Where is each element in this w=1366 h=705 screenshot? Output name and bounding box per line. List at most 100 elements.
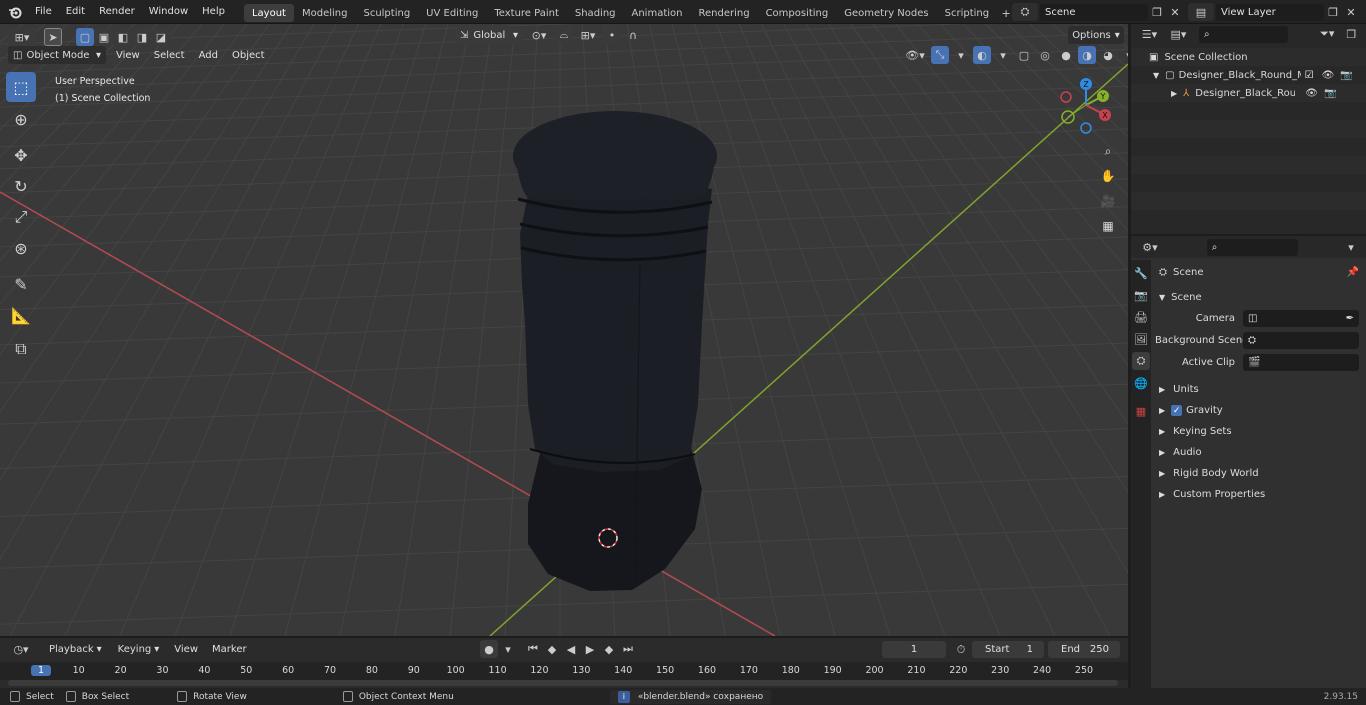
snap-icon[interactable]: ⌓ xyxy=(555,26,573,44)
proportional-falloff-icon[interactable]: ∩ xyxy=(624,26,642,44)
scene-icon[interactable]: ⛭ xyxy=(1012,3,1038,21)
outliner-row-collection[interactable]: ▼ ▢ Designer_Black_Round_Metal ☑ 👁 📷 xyxy=(1131,66,1366,84)
audio-section[interactable]: ▶ Audio xyxy=(1155,442,1363,463)
properties-editor-icon[interactable]: ⚙▾ xyxy=(1137,238,1163,256)
material-shading-icon[interactable]: ◑ xyxy=(1078,46,1096,64)
snap-target-icon[interactable]: ⊞▾ xyxy=(576,26,600,44)
navigation-gizmo[interactable]: Z Y X xyxy=(1055,76,1115,136)
render-camera-icon[interactable]: 📷 xyxy=(1340,70,1352,81)
viewport-menu-object[interactable]: Object xyxy=(228,46,269,64)
delete-scene-icon[interactable]: ✕ xyxy=(1166,3,1184,21)
start-frame-field[interactable]: Start 1 xyxy=(972,641,1044,658)
wireframe-shading-icon[interactable]: ◎ xyxy=(1036,46,1054,64)
rigid-body-world-section[interactable]: ▶ Rigid Body World xyxy=(1155,463,1363,484)
view-layer-icon[interactable]: ▤ xyxy=(1188,3,1214,21)
jump-start-icon[interactable]: ⏮ xyxy=(524,640,542,658)
record-icon[interactable]: ● xyxy=(480,640,498,658)
keying-dropdown[interactable]: Keying ▾ xyxy=(113,640,165,658)
select-tool-icon[interactable]: ➤ xyxy=(44,28,62,46)
gizmo-dropdown-icon[interactable]: ▾ xyxy=(952,46,970,64)
delete-view-layer-icon[interactable]: ✕ xyxy=(1342,3,1360,21)
menu-file[interactable]: File xyxy=(28,0,59,24)
scene-tab-icon[interactable]: ⛭ xyxy=(1132,352,1150,370)
overlay-toggle-icon[interactable]: ◐ xyxy=(973,46,991,64)
new-view-layer-icon[interactable]: ❐ xyxy=(1324,3,1342,21)
timeline-menu-marker[interactable]: Marker xyxy=(208,640,251,658)
new-scene-icon[interactable]: ❐ xyxy=(1148,3,1166,21)
overlay-dropdown-icon[interactable]: ▾ xyxy=(994,46,1012,64)
camera-view-icon[interactable]: 🎥 xyxy=(1097,190,1119,212)
tab-compositing[interactable]: Compositing xyxy=(758,4,837,22)
viewport-menu-select[interactable]: Select xyxy=(150,46,189,64)
viewport-menu-view[interactable]: View xyxy=(112,46,144,64)
timeline-scrollbar[interactable] xyxy=(8,680,1118,686)
cursor-tool-icon[interactable]: ⊕ xyxy=(6,104,36,134)
tab-animation[interactable]: Animation xyxy=(624,4,691,22)
texture-tab-icon[interactable]: ▦ xyxy=(1132,402,1150,420)
preview-range-icon[interactable]: ⏱ xyxy=(952,641,970,659)
background-scene-field[interactable]: ⛭ xyxy=(1243,332,1359,349)
options-dropdown[interactable]: Options ▾ xyxy=(1068,26,1124,44)
rendered-shading-icon[interactable]: ◕ xyxy=(1099,46,1117,64)
scale-tool-icon[interactable]: ⤢ xyxy=(6,202,36,232)
new-collection-icon[interactable]: ❐ xyxy=(1343,25,1360,43)
view-layer-tab-icon[interactable]: 🖼 xyxy=(1132,330,1150,348)
add-cube-tool-icon[interactable]: ⧉ xyxy=(6,334,36,364)
tab-geometry-nodes[interactable]: Geometry Nodes xyxy=(836,4,936,22)
eyedropper-icon[interactable]: ✒ xyxy=(1346,313,1354,324)
move-tool-icon[interactable]: ✥ xyxy=(6,140,36,170)
xray-icon[interactable]: ▢ xyxy=(1015,46,1033,64)
gizmo-toggle-icon[interactable]: ⤡ xyxy=(931,46,949,64)
playhead-frame-indicator[interactable]: 1 xyxy=(31,665,51,676)
pivot-point-icon[interactable]: ⊙▾ xyxy=(526,26,552,44)
outliner-search-input[interactable]: ⌕ xyxy=(1198,25,1288,43)
visibility-icon[interactable]: 👁▾ xyxy=(902,46,928,64)
mode-dropdown[interactable]: ◫ Object Mode ▾ xyxy=(8,46,106,64)
pin-icon[interactable]: 📌 xyxy=(1347,267,1359,278)
outliner-row-scene-collection[interactable]: ▣ Scene Collection xyxy=(1131,48,1366,66)
play-reverse-icon[interactable]: ◀ xyxy=(562,640,580,658)
transform-tool-icon[interactable]: ⊛ xyxy=(6,233,36,263)
orientation-dropdown[interactable]: ⇲ Global ▾ xyxy=(455,26,523,44)
rotate-tool-icon[interactable]: ↻ xyxy=(6,171,36,201)
end-frame-field[interactable]: End 250 xyxy=(1048,641,1120,658)
tab-texture-paint[interactable]: Texture Paint xyxy=(486,4,567,22)
scene-panel-header[interactable]: ▼ Scene xyxy=(1155,286,1363,308)
menu-help[interactable]: Help xyxy=(195,0,232,24)
tab-uv-editing[interactable]: UV Editing xyxy=(418,4,486,22)
proportional-edit-icon[interactable]: • xyxy=(603,26,621,44)
active-clip-field[interactable]: 🎬 xyxy=(1243,354,1359,371)
tab-modeling[interactable]: Modeling xyxy=(294,4,356,22)
3d-object[interactable] xyxy=(513,111,717,591)
tab-rendering[interactable]: Rendering xyxy=(690,4,757,22)
expand-arrow-icon[interactable]: ▶ xyxy=(1171,89,1177,98)
measure-tool-icon[interactable]: 📐 xyxy=(6,300,36,330)
record-options-icon[interactable]: ▾ xyxy=(499,640,517,658)
selection-mode-invert-icon[interactable]: ◨ xyxy=(133,28,151,46)
shading-dropdown-icon[interactable]: ▾ xyxy=(1120,46,1128,64)
3d-viewport[interactable]: ⊞▾ ➤ ▢ ▣ ◧ ◨ ◪ ⇲ Global ▾ ⊙▾ ⌓ ⊞▾ • ∩ Op… xyxy=(0,24,1128,636)
expand-arrow-icon[interactable]: ▼ xyxy=(1153,71,1159,80)
zoom-icon[interactable]: ⌕ xyxy=(1097,140,1119,162)
tab-shading[interactable]: Shading xyxy=(567,4,624,22)
properties-options-icon[interactable]: ▾ xyxy=(1342,238,1360,256)
solid-shading-icon[interactable]: ● xyxy=(1057,46,1075,64)
status-report[interactable]: i «blender.blend» сохранено xyxy=(609,689,772,704)
select-box-tool-icon[interactable]: ⬚ xyxy=(6,72,36,102)
editor-type-icon[interactable]: ⊞▾ xyxy=(8,28,36,46)
tab-scripting[interactable]: Scripting xyxy=(937,4,997,22)
selection-mode-new-icon[interactable]: ▢ xyxy=(76,28,94,46)
units-section[interactable]: ▶ Units xyxy=(1155,379,1363,400)
tab-sculpting[interactable]: Sculpting xyxy=(355,4,418,22)
outliner-editor-icon[interactable]: ☰▾ xyxy=(1137,25,1162,43)
annotate-tool-icon[interactable]: ✎ xyxy=(6,269,36,299)
next-keyframe-icon[interactable]: ◆ xyxy=(600,640,618,658)
blender-logo-icon[interactable] xyxy=(6,3,24,21)
view-layer-field[interactable]: View Layer xyxy=(1216,3,1324,21)
play-icon[interactable]: ▶ xyxy=(581,640,599,658)
menu-render[interactable]: Render xyxy=(92,0,142,24)
camera-field[interactable]: ◫ ✒ xyxy=(1243,310,1359,327)
menu-window[interactable]: Window xyxy=(142,0,195,24)
jump-end-icon[interactable]: ⏭ xyxy=(619,640,637,658)
editor-type-selector[interactable]: ⊞▾ xyxy=(8,28,36,46)
